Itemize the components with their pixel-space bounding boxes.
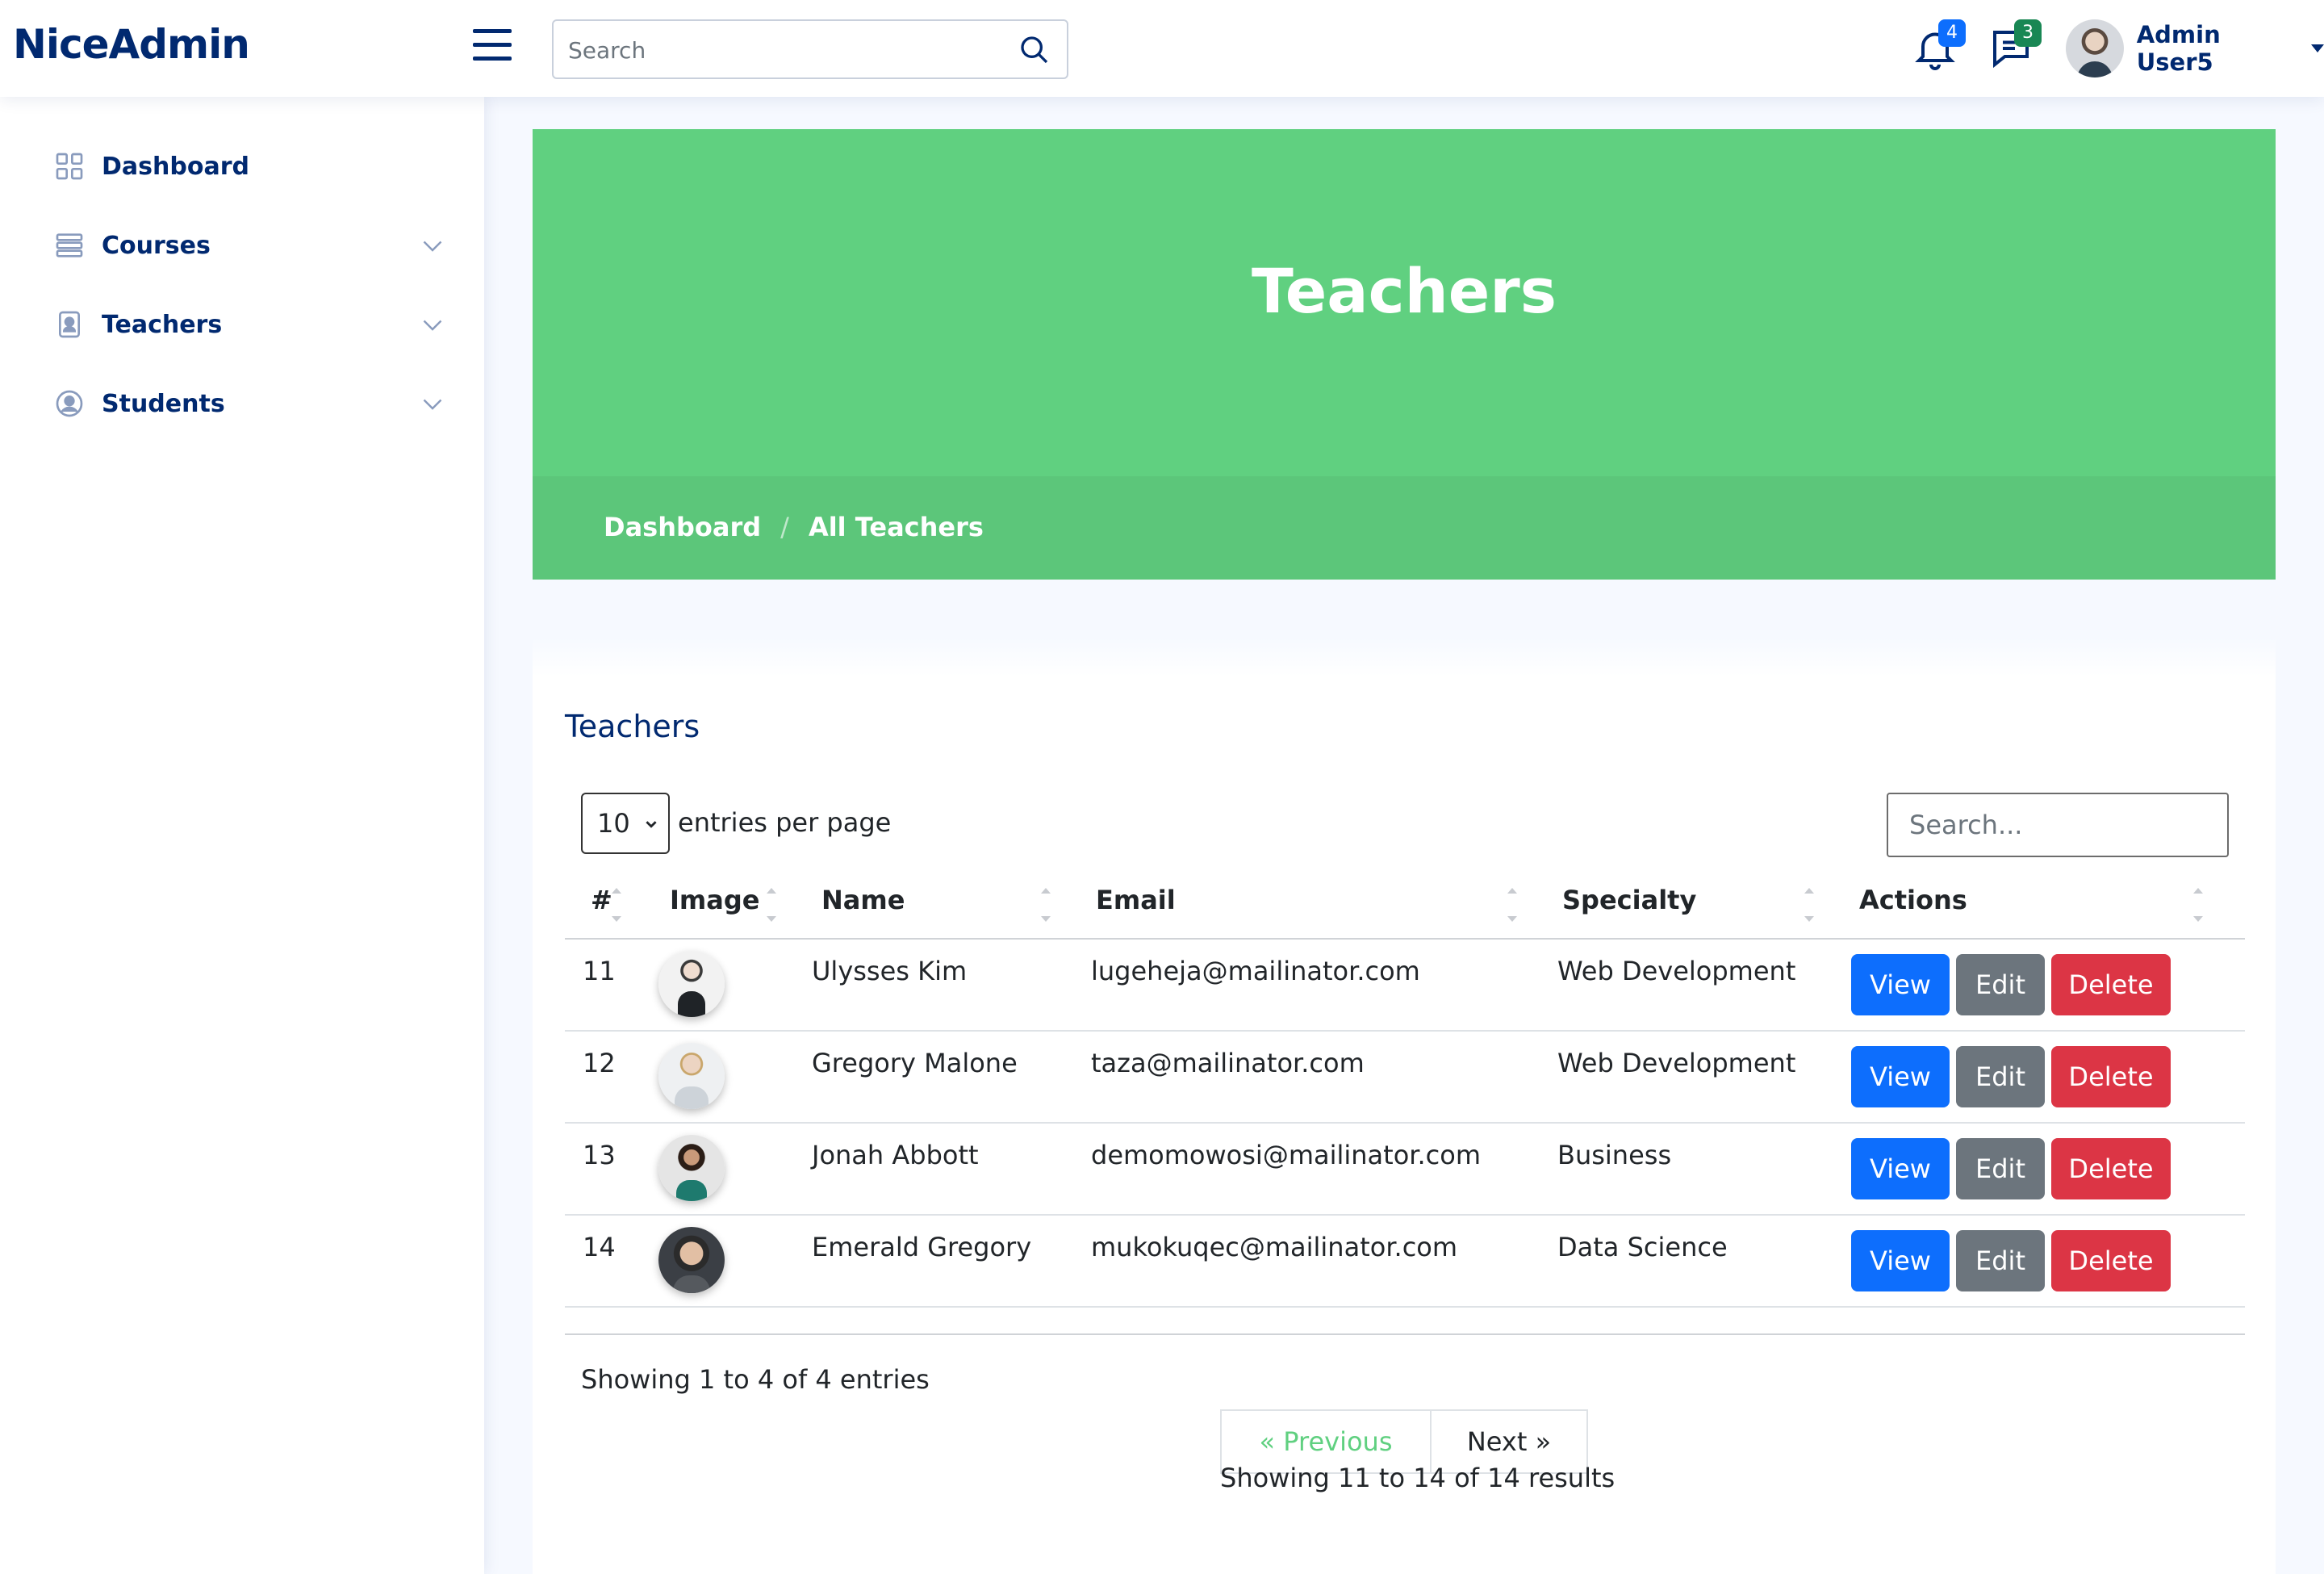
breadcrumb-dashboard-link[interactable]: Dashboard [604, 512, 761, 542]
sort-icon[interactable] [610, 886, 623, 923]
table-info: Showing 1 to 4 of 4 entries [581, 1364, 930, 1395]
teacher-name: Ulysses Kim [812, 956, 968, 986]
delete-button[interactable]: Delete [2051, 1138, 2171, 1199]
teacher-specialty: Web Development [1557, 1048, 1796, 1078]
sidebar-item-label: Dashboard [102, 152, 249, 181]
sidebar-item-label: Courses [102, 231, 211, 260]
person-circle-icon [56, 390, 83, 417]
delete-button[interactable]: Delete [2051, 954, 2171, 1015]
teacher-photo [658, 1135, 725, 1201]
top-header: NiceAdmin 4 3 Admin User5 [0, 0, 2324, 97]
header-search-input[interactable] [566, 32, 1002, 68]
row-number: 11 [583, 956, 616, 986]
sidebar-item-label: Students [102, 389, 225, 418]
column-header-name[interactable]: Name [821, 885, 905, 915]
profile-name: Admin User5 [2136, 21, 2221, 76]
teacher-specialty: Business [1557, 1140, 1672, 1170]
column-header-specialty[interactable]: Specialty [1562, 885, 1696, 915]
avatar [2066, 19, 2124, 77]
edit-button[interactable]: Edit [1956, 1230, 2045, 1291]
teacher-specialty: Web Development [1557, 956, 1796, 986]
teacher-name: Emerald Gregory [812, 1232, 1032, 1262]
app-logo[interactable]: NiceAdmin [13, 21, 250, 68]
search-icon[interactable] [1018, 34, 1051, 66]
teacher-email: taza@mailinator.com [1091, 1048, 1365, 1078]
teacher-photo [658, 1227, 725, 1293]
view-button[interactable]: View [1851, 1138, 1950, 1199]
sort-icon[interactable] [1506, 886, 1519, 923]
sort-icon[interactable] [1039, 886, 1052, 923]
view-button[interactable]: View [1851, 954, 1950, 1015]
breadcrumb-current: All Teachers [808, 512, 984, 542]
menu-toggle-icon[interactable] [473, 29, 512, 65]
sort-icon[interactable] [1803, 886, 1816, 923]
table-header: # Image Name Email Specialty Actions [565, 875, 2245, 940]
teacher-photo [658, 951, 725, 1017]
card-title: Teachers [565, 709, 700, 744]
notifications-badge: 4 [1938, 19, 1966, 47]
profile-dropdown[interactable]: Admin User5 [2066, 18, 2324, 79]
card-shadow [533, 638, 2276, 676]
teachers-card: Teachers 10 entries per page # Image Nam… [533, 676, 2276, 1574]
table-footer-divider [565, 1333, 2245, 1335]
teacher-photo [658, 1043, 725, 1109]
chevron-down-icon [646, 821, 657, 828]
delete-button[interactable]: Delete [2051, 1046, 2171, 1107]
notifications-button[interactable]: 4 [1911, 19, 1966, 73]
column-header-number[interactable]: # [591, 885, 612, 915]
sidebar-item-teachers[interactable]: Teachers [32, 292, 452, 357]
teacher-name: Jonah Abbott [812, 1140, 979, 1170]
column-header-actions[interactable]: Actions [1859, 885, 1967, 915]
teacher-name: Gregory Malone [812, 1048, 1018, 1078]
chevron-down-icon [423, 399, 442, 410]
breadcrumb-separator: / [780, 512, 789, 542]
view-button[interactable]: View [1851, 1046, 1950, 1107]
layers-icon [56, 233, 83, 257]
table-row: 12 Gregory Malone taza@mailinator.com We… [565, 1032, 2245, 1124]
sidebar-item-dashboard[interactable]: Dashboard [32, 134, 452, 199]
header-search-form [552, 19, 1068, 79]
row-number: 12 [583, 1048, 616, 1078]
page-title: Teachers [1252, 255, 1557, 327]
results-summary: Showing 11 to 14 of 14 results [1220, 1463, 1616, 1493]
teacher-email: demomowosi@mailinator.com [1091, 1140, 1482, 1170]
row-number: 13 [583, 1140, 616, 1170]
grid-icon [56, 153, 83, 180]
entries-per-page-value: 10 [597, 808, 630, 839]
table-row: 14 Emerald Gregory mukokuqec@mailinator.… [565, 1216, 2245, 1308]
teacher-email: mukokuqec@mailinator.com [1091, 1232, 1458, 1262]
sidebar-item-label: Teachers [102, 310, 223, 339]
chevron-down-icon [423, 320, 442, 331]
entries-per-page-label: entries per page [678, 807, 892, 838]
teacher-specialty: Data Science [1557, 1232, 1728, 1262]
table-search-input[interactable] [1887, 793, 2229, 857]
entries-per-page-select[interactable]: 10 [581, 793, 670, 854]
sidebar: Dashboard Courses Teachers Students [0, 97, 484, 1574]
column-header-image[interactable]: Image [670, 885, 759, 915]
breadcrumb-bar: Dashboard / All Teachers [533, 476, 2276, 580]
row-number: 14 [583, 1232, 616, 1262]
person-badge-icon [59, 311, 80, 338]
teacher-email: lugeheja@mailinator.com [1091, 956, 1420, 986]
delete-button[interactable]: Delete [2051, 1230, 2171, 1291]
messages-badge: 3 [2014, 19, 2042, 47]
table-row: 13 Jonah Abbott demomowosi@mailinator.co… [565, 1124, 2245, 1216]
messages-button[interactable]: 3 [1987, 19, 2042, 73]
chevron-down-icon [423, 241, 442, 252]
sort-icon[interactable] [765, 886, 778, 923]
sidebar-item-students[interactable]: Students [32, 371, 452, 436]
column-header-email[interactable]: Email [1096, 885, 1176, 915]
sort-icon[interactable] [2192, 886, 2205, 923]
edit-button[interactable]: Edit [1956, 954, 2045, 1015]
page-hero-banner: Teachers Dashboard / All Teachers [533, 129, 2276, 580]
edit-button[interactable]: Edit [1956, 1046, 2045, 1107]
breadcrumb: Dashboard / All Teachers [604, 512, 984, 542]
caret-down-icon [2311, 44, 2324, 52]
table-row: 11 Ulysses Kim lugeheja@mailinator.com W… [565, 940, 2245, 1032]
view-button[interactable]: View [1851, 1230, 1950, 1291]
sidebar-item-courses[interactable]: Courses [32, 213, 452, 278]
edit-button[interactable]: Edit [1956, 1138, 2045, 1199]
